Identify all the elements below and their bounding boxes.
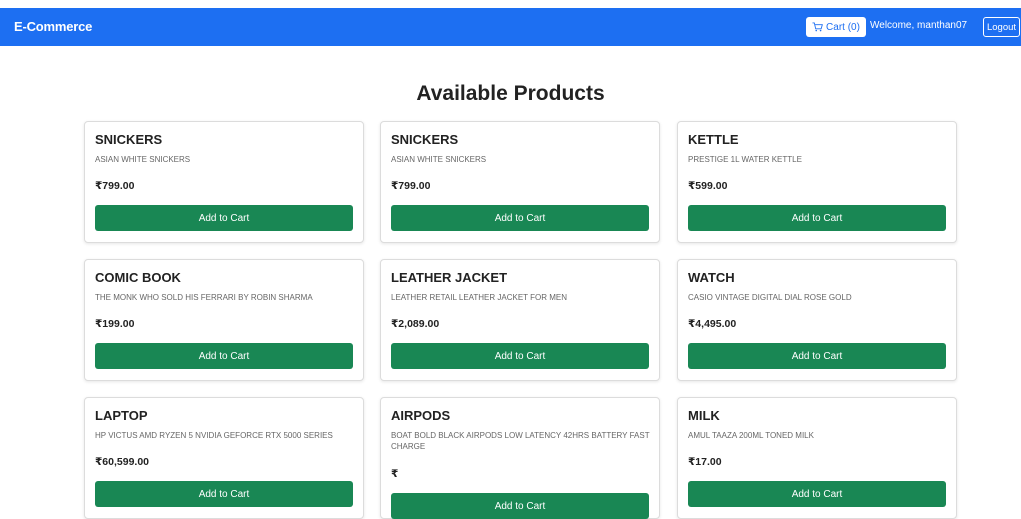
- welcome-text: Welcome, manthan07: [870, 20, 968, 31]
- product-price: ₹: [391, 468, 399, 480]
- add-to-cart-button[interactable]: Add to Cart: [95, 481, 353, 507]
- add-to-cart-button[interactable]: Add to Cart: [391, 205, 649, 231]
- product-card: KETTLE PRESTIGE 1L WATER KETTLE ₹599.00 …: [677, 121, 957, 243]
- product-card: MILK AMUL TAAZA 200ML TONED MILK ₹17.00 …: [677, 397, 957, 519]
- product-price: ₹599.00: [688, 180, 728, 192]
- product-price: ₹199.00: [95, 318, 135, 330]
- product-name: LAPTOP: [95, 408, 148, 423]
- add-to-cart-button[interactable]: Add to Cart: [391, 493, 649, 519]
- product-name: KETTLE: [688, 132, 739, 147]
- cart-icon: [812, 22, 823, 32]
- product-card: LAPTOP HP VICTUS AMD RYZEN 5 NVIDIA GEFO…: [84, 397, 364, 519]
- product-description: BOAT BOLD BLACK AIRPODS LOW LATENCY 42HR…: [391, 431, 650, 451]
- product-name: WATCH: [688, 270, 735, 285]
- top-navbar: E-Commerce Cart (0) Welcome, manthan07 L…: [0, 8, 1021, 46]
- product-price: ₹799.00: [391, 180, 431, 192]
- product-price: ₹799.00: [95, 180, 135, 192]
- logout-button[interactable]: Logout: [983, 17, 1020, 37]
- product-description: ASIAN WHITE SNICKERS: [391, 155, 487, 164]
- product-description: ASIAN WHITE SNICKERS: [95, 155, 191, 164]
- product-name: AIRPODS: [391, 408, 451, 423]
- product-name: MILK: [688, 408, 720, 423]
- product-card: AIRPODS BOAT BOLD BLACK AIRPODS LOW LATE…: [380, 397, 660, 519]
- product-name: COMIC BOOK: [95, 270, 181, 285]
- product-card: LEATHER JACKET LEATHER RETAIL LEATHER JA…: [380, 259, 660, 381]
- page-title: Available Products: [416, 82, 605, 105]
- product-name: SNICKERS: [391, 132, 459, 147]
- product-description: PRESTIGE 1L WATER KETTLE: [688, 155, 802, 164]
- product-price: ₹2,089.00: [391, 318, 440, 330]
- product-card: COMIC BOOK THE MONK WHO SOLD HIS FERRARI…: [84, 259, 364, 381]
- product-price: ₹4,495.00: [688, 318, 737, 330]
- product-description: AMUL TAAZA 200ML TONED MILK: [688, 431, 814, 440]
- add-to-cart-button[interactable]: Add to Cart: [391, 343, 649, 369]
- add-to-cart-button[interactable]: Add to Cart: [95, 205, 353, 231]
- cart-button[interactable]: Cart (0): [806, 17, 866, 37]
- add-to-cart-button[interactable]: Add to Cart: [95, 343, 353, 369]
- brand-link[interactable]: E-Commerce: [14, 19, 92, 34]
- product-price: ₹17.00: [688, 456, 722, 468]
- product-card: SNICKERS ASIAN WHITE SNICKERS ₹799.00 Ad…: [380, 121, 660, 243]
- add-to-cart-button[interactable]: Add to Cart: [688, 205, 946, 231]
- product-price: ₹60,599.00: [95, 456, 150, 468]
- product-description: HP VICTUS AMD RYZEN 5 NVIDIA GEFORCE RTX…: [95, 431, 333, 440]
- add-to-cart-button[interactable]: Add to Cart: [688, 343, 946, 369]
- product-card: SNICKERS ASIAN WHITE SNICKERS ₹799.00 Ad…: [84, 121, 364, 243]
- add-to-cart-button[interactable]: Add to Cart: [688, 481, 946, 507]
- cart-label: Cart (0): [826, 21, 860, 33]
- product-description: CASIO VINTAGE DIGITAL DIAL ROSE GOLD: [688, 293, 852, 302]
- product-name: LEATHER JACKET: [391, 270, 508, 285]
- product-description: LEATHER RETAIL LEATHER JACKET FOR MEN: [391, 293, 568, 302]
- product-card: WATCH CASIO VINTAGE DIGITAL DIAL ROSE GO…: [677, 259, 957, 381]
- product-description: THE MONK WHO SOLD HIS FERRARI BY ROBIN S…: [95, 293, 313, 302]
- product-name: SNICKERS: [95, 132, 163, 147]
